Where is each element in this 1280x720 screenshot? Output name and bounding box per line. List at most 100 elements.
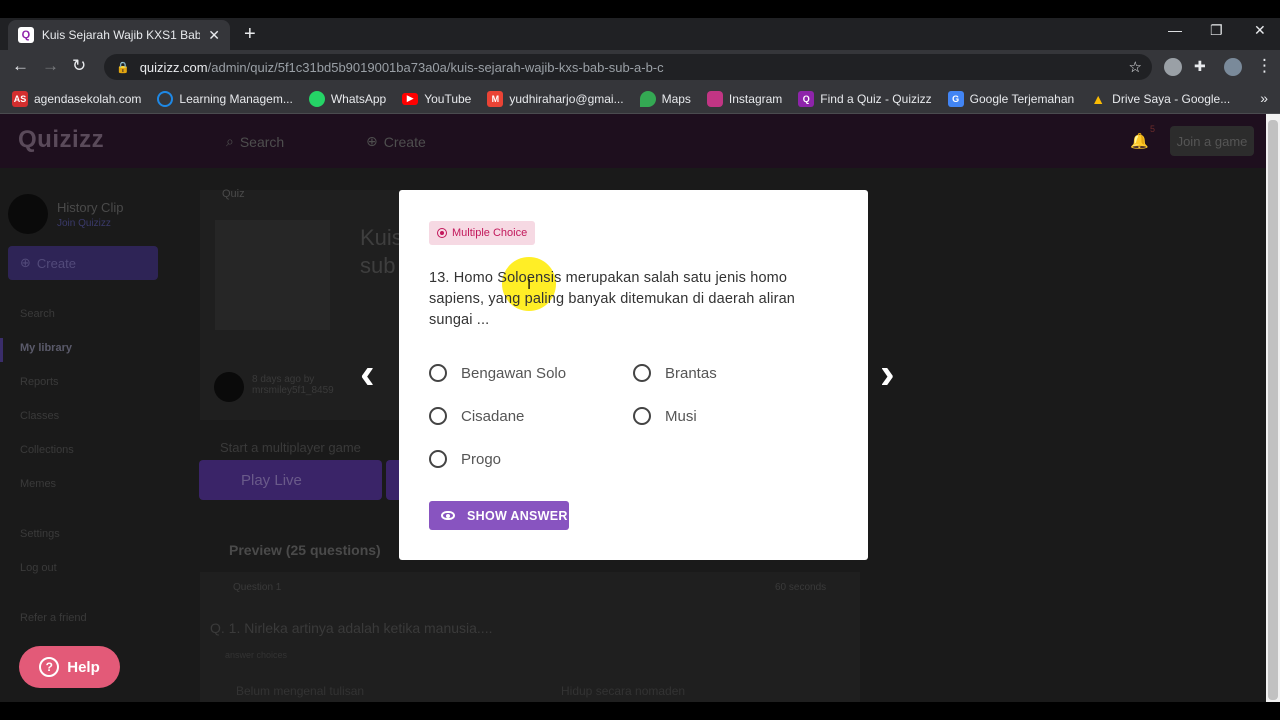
user-name: History Clip	[57, 200, 124, 215]
reload-icon[interactable]: ↻	[72, 56, 86, 76]
author-time: 8 days ago by	[252, 374, 315, 385]
option-cisadane[interactable]: Cisadane	[429, 407, 524, 425]
quizizz-logo[interactable]: Quizizz	[18, 126, 104, 154]
bookmarks-bar: AS agendasekolah.com Learning Managem... …	[0, 84, 1280, 114]
address-bar[interactable]: 🔒 quizizz.com /admin/quiz/5f1c31bd5b9019…	[104, 54, 1152, 80]
question-number: Question 1	[233, 582, 282, 593]
radio-button[interactable]	[633, 364, 651, 382]
bookmark-item[interactable]: Myudhiraharjo@gmai...	[487, 90, 624, 107]
radio-button[interactable]	[633, 407, 651, 425]
bottom-letterbox	[0, 702, 1280, 720]
option-label: Cisadane	[461, 407, 525, 425]
profile-avatar[interactable]	[1224, 58, 1242, 76]
sidebar-create-button[interactable]: ⊕ Create	[8, 246, 158, 280]
bookmark-item[interactable]: Maps	[639, 90, 691, 107]
header-search-label: Search	[239, 133, 285, 150]
join-game-button[interactable]: Join a game	[1170, 126, 1254, 156]
quiz-thumbnail	[215, 220, 330, 330]
radio-button[interactable]	[429, 450, 447, 468]
question-mark-icon: ?	[39, 657, 60, 677]
bookmark-item[interactable]: G Google Terjemahan	[947, 90, 1074, 107]
bookmark-item[interactable]: WhatsApp	[308, 90, 386, 107]
menu-kebab-icon[interactable]: ⋮	[1256, 56, 1273, 76]
bookmark-label: yudhiraharjo@gmai...	[509, 91, 624, 106]
tab-close-icon[interactable]: ✕	[208, 27, 220, 44]
screen: Q Kuis Sejarah Wajib KXS1 Bab 1 su ✕ + —…	[0, 0, 1280, 720]
more-bookmarks-icon[interactable]: »	[1260, 90, 1268, 106]
scrollbar-thumb[interactable]	[1268, 120, 1278, 700]
eye-icon	[441, 511, 455, 520]
bookmark-item[interactable]: ▲ Drive Saya - Google...	[1090, 91, 1230, 107]
help-label: Help	[67, 658, 100, 676]
back-icon[interactable]: ←	[12, 56, 29, 76]
extension-icon[interactable]	[1164, 58, 1182, 76]
question-preview-card	[200, 572, 860, 702]
option-label: Brantas	[665, 364, 717, 382]
help-button[interactable]: ? Help	[19, 646, 120, 688]
option-label: Bengawan Solo	[461, 364, 567, 382]
sidebar-item-memes[interactable]: Memes	[20, 478, 56, 490]
toolbar: ← → ↻ 🔒 quizizz.com /admin/quiz/5f1c31bd…	[0, 50, 1280, 84]
multiplayer-label: Start a multiplayer game	[220, 440, 361, 455]
question-preview-text: Q. 1. Nirleka artinya adalah ketika manu…	[210, 620, 493, 636]
sidebar-item-settings[interactable]: Settings	[20, 528, 60, 540]
play-live-button[interactable]: Play Live	[199, 460, 382, 500]
user-avatar[interactable]	[8, 194, 48, 234]
bookmark-item[interactable]: Instagram	[706, 90, 783, 107]
bookmark-label: Maps	[661, 91, 691, 106]
new-tab-icon[interactable]: +	[244, 24, 256, 44]
option-bengawan-solo[interactable]: Bengawan Solo	[429, 364, 566, 382]
tab-title: Kuis Sejarah Wajib KXS1 Bab 1 su	[41, 28, 201, 42]
user-sub-link[interactable]: Join Quizizz	[57, 218, 111, 229]
option-brantas[interactable]: Brantas	[633, 364, 717, 382]
whatsapp-icon	[308, 90, 325, 107]
bookmark-item[interactable]: AS agendasekolah.com	[12, 90, 141, 107]
maps-pin-icon	[639, 90, 656, 107]
forward-icon[interactable]: →	[42, 56, 59, 76]
option-musi[interactable]: Musi	[633, 407, 697, 425]
option-label: Progo	[461, 450, 502, 468]
radio-button[interactable]	[429, 364, 447, 382]
bookmark-item[interactable]: Q Find a Quiz - Quizizz	[798, 90, 932, 107]
window-close-icon[interactable]: ✕	[1254, 22, 1266, 39]
header-search-link[interactable]: ⌕ Search	[226, 133, 284, 150]
create-label: Create	[36, 255, 76, 271]
sidebar-item-classes[interactable]: Classes	[20, 410, 59, 422]
site-header: Quizizz ⌕ Search ⊕ Create 🔔 5 Join a game	[0, 114, 1266, 168]
sidebar-item-my-library[interactable]: My library	[20, 342, 72, 354]
bookmark-star-icon[interactable]: ☆	[1129, 58, 1142, 76]
bookmark-item[interactable]: ▶ YouTube	[402, 92, 471, 106]
browser-tab-active[interactable]: Q Kuis Sejarah Wajib KXS1 Bab 1 su ✕	[8, 20, 230, 50]
gmail-icon: M	[487, 90, 504, 107]
show-answer-button[interactable]: SHOW ANSWER	[429, 501, 569, 530]
radio-button[interactable]	[429, 407, 447, 425]
next-question-icon[interactable]: ›	[880, 352, 895, 396]
bookmark-label: Drive Saya - Google...	[1112, 91, 1231, 106]
option-progo[interactable]: Progo	[429, 450, 501, 468]
sidebar-item-refer[interactable]: Refer a friend	[20, 612, 87, 624]
preview-heading: Preview (25 questions)	[229, 542, 381, 558]
bookmark-label: Instagram	[728, 91, 783, 106]
question-time: 60 seconds	[775, 582, 827, 593]
header-create-label: Create	[383, 133, 426, 150]
sidebar-item-reports[interactable]: Reports	[20, 376, 59, 388]
bookmark-item[interactable]: Learning Managem...	[157, 90, 293, 107]
author-avatar	[214, 372, 244, 402]
answer-choice: Belum mengenal tulisan	[236, 684, 365, 698]
bell-icon[interactable]: 🔔	[1130, 132, 1149, 150]
quiz-title-line1: Kuis	[360, 225, 403, 250]
sidebar-item-collections[interactable]: Collections	[20, 444, 74, 456]
minimize-icon[interactable]: —	[1168, 22, 1182, 38]
header-create-link[interactable]: ⊕ Create	[366, 133, 426, 150]
quiz-title-line2: sub	[360, 253, 396, 278]
question-text: 13. Homo Soloensis merupakan salah satu …	[429, 270, 796, 328]
puzzle-icon[interactable]: ✚	[1194, 58, 1212, 76]
sidebar-item-logout[interactable]: Log out	[20, 562, 57, 574]
restore-icon[interactable]: ❐	[1210, 22, 1223, 39]
search-icon: ⌕	[226, 133, 234, 149]
quizizz-favicon-icon: Q	[18, 27, 34, 43]
instagram-icon	[706, 90, 723, 107]
sidebar-item-search[interactable]: Search	[20, 308, 55, 320]
previous-question-icon[interactable]: ‹	[360, 352, 375, 396]
plus-circle-icon: ⊕	[20, 255, 31, 270]
